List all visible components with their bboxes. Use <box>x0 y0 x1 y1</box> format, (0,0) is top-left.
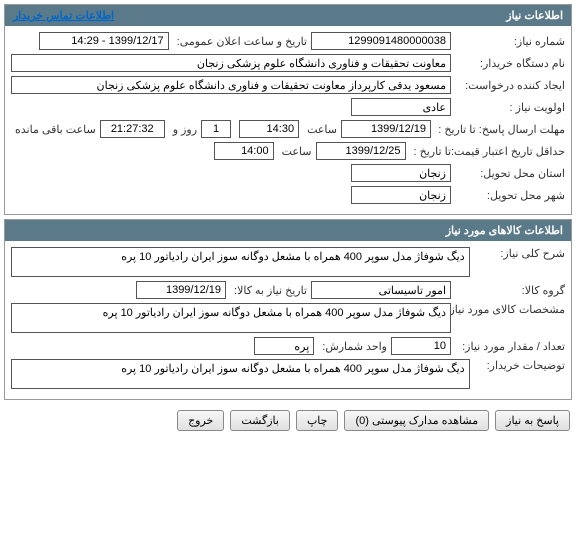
desc-field[interactable] <box>11 247 470 277</box>
priority-field[interactable] <box>351 98 451 116</box>
remain-hours-field <box>100 120 165 138</box>
validity-label: حداقل تاریخ اعتبار قیمت: <box>455 145 565 158</box>
goods-info-body: شرح کلی نیاز: گروه کالا: تاریخ نیاز به ک… <box>5 241 571 399</box>
need-date-label: تاریخ نیاز به کالا: <box>230 284 307 297</box>
remain-days-field <box>201 120 231 138</box>
creator-label: ایجاد کننده درخواست: <box>455 79 565 92</box>
deadline-date-field[interactable] <box>341 120 431 138</box>
need-date-field[interactable] <box>136 281 226 299</box>
goods-panel-title: اطلاعات کالاهای مورد نیاز <box>446 224 563 237</box>
need-number-field[interactable] <box>311 32 451 50</box>
need-info-header: اطلاعات نیاز اطلاعات تماس خریدار <box>5 5 571 26</box>
deadline-label: مهلت ارسال پاسخ: تا تاریخ : <box>435 123 565 136</box>
buyer-notes-label: توضیحات خریدار: <box>474 359 565 372</box>
deadline-time-label: ساعت <box>303 123 337 136</box>
contact-link[interactable]: اطلاعات تماس خریدار <box>13 9 114 22</box>
spec-field[interactable] <box>11 303 451 333</box>
validity-time-field[interactable] <box>214 142 274 160</box>
spec-label: مشخصات کالای مورد نیاز: <box>455 303 565 316</box>
need-info-body: شماره نیاز: تاریخ و ساعت اعلان عمومی: نا… <box>5 26 571 214</box>
reply-button[interactable]: پاسخ به نیاز <box>495 410 570 431</box>
qty-label: تعداد / مقدار مورد نیاز: <box>455 340 565 353</box>
unit-label: واحد شمارش: <box>318 340 387 353</box>
need-info-panel: اطلاعات نیاز اطلاعات تماس خریدار شماره ن… <box>4 4 572 215</box>
announce-field[interactable] <box>39 32 169 50</box>
desc-label: شرح کلی نیاز: <box>474 247 565 260</box>
org-label: نام دستگاه خریدار: <box>455 57 565 70</box>
validity-date-field[interactable] <box>316 142 406 160</box>
exit-button[interactable]: خروج <box>177 410 224 431</box>
announce-label: تاریخ و ساعت اعلان عمومی: <box>173 35 307 48</box>
creator-field[interactable] <box>11 76 451 94</box>
goods-info-header: اطلاعات کالاهای مورد نیاز <box>5 220 571 241</box>
city-label: شهر محل تحویل: <box>455 189 565 202</box>
priority-label: اولویت نیاز : <box>455 101 565 114</box>
remain-label: ساعت باقی مانده <box>11 123 96 136</box>
buyer-notes-field[interactable] <box>11 359 470 389</box>
unit-field[interactable] <box>254 337 314 355</box>
remain-days-label: روز و <box>169 123 197 136</box>
button-row: پاسخ به نیاز مشاهده مدارک پیوستی (0) چاپ… <box>0 404 576 437</box>
qty-field[interactable] <box>391 337 451 355</box>
org-field[interactable] <box>11 54 451 72</box>
print-button[interactable]: چاپ <box>296 410 339 431</box>
attachments-button[interactable]: مشاهده مدارک پیوستی (0) <box>344 410 489 431</box>
panel-title: اطلاعات نیاز <box>506 9 563 22</box>
city-field[interactable] <box>351 186 451 204</box>
validity-time-label: ساعت <box>278 145 312 158</box>
back-button[interactable]: بازگشت <box>230 410 290 431</box>
need-number-label: شماره نیاز: <box>455 35 565 48</box>
province-field[interactable] <box>351 164 451 182</box>
province-label: استان محل تحویل: <box>455 167 565 180</box>
goods-info-panel: اطلاعات کالاهای مورد نیاز شرح کلی نیاز: … <box>4 219 572 400</box>
validity-until-label: تا تاریخ : <box>410 145 451 158</box>
deadline-time-field[interactable] <box>239 120 299 138</box>
group-label: گروه کالا: <box>455 284 565 297</box>
group-field[interactable] <box>311 281 451 299</box>
